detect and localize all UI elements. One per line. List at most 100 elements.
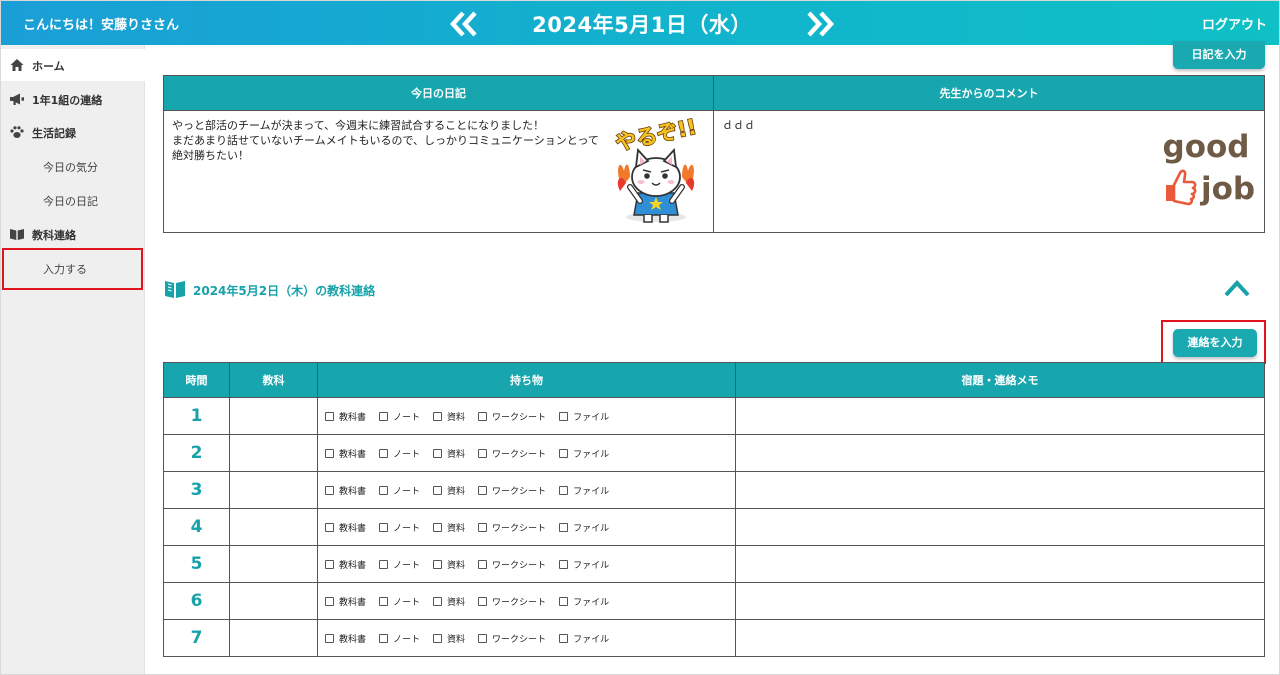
checkbox-box[interactable] [559, 633, 569, 643]
checkbox-box[interactable] [559, 485, 569, 495]
item-checkbox[interactable]: 教科書 [325, 595, 366, 608]
checkbox-box[interactable] [325, 633, 334, 643]
item-checkbox[interactable]: 資料 [433, 521, 465, 534]
checkbox-box[interactable] [379, 485, 389, 495]
item-checkbox[interactable]: ワークシート [478, 484, 546, 497]
sidebar-item-class-notice[interactable]: 1年1組の連絡 [1, 83, 145, 115]
checkbox-box[interactable] [325, 448, 334, 458]
subject-cell[interactable] [229, 508, 318, 546]
item-checkbox[interactable]: ワークシート [478, 410, 546, 423]
checkbox-label: ファイル [573, 412, 610, 423]
checkbox-box[interactable] [478, 448, 488, 458]
checkbox-box[interactable] [478, 411, 488, 421]
item-checkbox[interactable]: 資料 [433, 447, 465, 460]
sidebar-item-diary[interactable]: 今日の日記 [1, 184, 145, 216]
item-checkbox[interactable]: ノート [379, 447, 420, 460]
checkbox-box[interactable] [433, 448, 443, 458]
subject-cell[interactable] [229, 434, 318, 472]
checkbox-box[interactable] [379, 559, 389, 569]
sidebar-item-subject-contact[interactable]: 教科連絡 [1, 218, 145, 250]
item-checkbox[interactable]: ファイル [559, 558, 609, 571]
sidebar-item-mood[interactable]: 今日の気分 [1, 150, 145, 182]
checkbox-box[interactable] [433, 485, 443, 495]
subject-cell[interactable] [229, 471, 318, 509]
checkbox-box[interactable] [379, 411, 389, 421]
memo-cell[interactable] [735, 619, 1265, 657]
checkbox-box[interactable] [559, 411, 569, 421]
subject-cell[interactable] [229, 619, 318, 657]
item-checkbox[interactable]: 教科書 [325, 632, 366, 645]
item-checkbox[interactable]: ファイル [559, 484, 609, 497]
item-checkbox[interactable]: 資料 [433, 410, 465, 423]
subject-contact-table: 時間 教科 持ち物 宿題・連絡メモ 1 教科書 ノート 資料 ワークシート ファイル 2 教科… [163, 362, 1265, 657]
checkbox-box[interactable] [559, 522, 569, 532]
chevron-up-icon[interactable] [1221, 275, 1253, 301]
item-checkbox[interactable]: ノート [379, 484, 420, 497]
double-chevron-left-icon[interactable] [447, 9, 481, 39]
item-checkbox[interactable]: 教科書 [325, 410, 366, 423]
checkbox-box[interactable] [559, 448, 569, 458]
checkbox-box[interactable] [478, 596, 488, 606]
subject-cell[interactable] [229, 582, 318, 620]
item-checkbox[interactable]: ノート [379, 410, 420, 423]
checkbox-box[interactable] [325, 485, 334, 495]
item-checkbox[interactable]: ノート [379, 558, 420, 571]
checkbox-box[interactable] [433, 596, 443, 606]
item-checkbox[interactable]: ノート [379, 521, 420, 534]
memo-cell[interactable] [735, 582, 1265, 620]
item-checkbox[interactable]: ファイル [559, 447, 609, 460]
item-checkbox[interactable]: ワークシート [478, 595, 546, 608]
checkbox-box[interactable] [433, 411, 443, 421]
checkbox-box[interactable] [379, 522, 389, 532]
memo-cell[interactable] [735, 545, 1265, 583]
checkbox-box[interactable] [325, 596, 334, 606]
checkbox-box[interactable] [559, 559, 569, 569]
item-checkbox[interactable]: ファイル [559, 521, 609, 534]
app-window: こんにちは！安藤りささん 2024年5月1日（水） ログアウト ホーム 1年1組… [0, 0, 1280, 675]
item-checkbox[interactable]: ノート [379, 632, 420, 645]
sidebar-item-life-record[interactable]: 生活記録 [1, 116, 145, 148]
item-checkbox[interactable]: ワークシート [478, 558, 546, 571]
item-checkbox[interactable]: 教科書 [325, 447, 366, 460]
item-checkbox[interactable]: ファイル [559, 632, 609, 645]
checkbox-box[interactable] [379, 633, 389, 643]
item-checkbox[interactable]: 資料 [433, 558, 465, 571]
double-chevron-right-icon[interactable] [803, 9, 837, 39]
checkbox-box[interactable] [433, 522, 443, 532]
memo-cell[interactable] [735, 508, 1265, 546]
item-checkbox[interactable]: ファイル [559, 410, 609, 423]
subject-cell[interactable] [229, 545, 318, 583]
checkbox-box[interactable] [478, 633, 488, 643]
item-checkbox[interactable]: 教科書 [325, 484, 366, 497]
contact-input-button[interactable]: 連絡を入力 [1173, 329, 1257, 357]
checkbox-box[interactable] [433, 633, 443, 643]
memo-cell[interactable] [735, 397, 1265, 435]
checkbox-box[interactable] [379, 596, 389, 606]
item-checkbox[interactable]: ワークシート [478, 632, 546, 645]
checkbox-box[interactable] [478, 522, 488, 532]
item-checkbox[interactable]: 教科書 [325, 558, 366, 571]
checkbox-box[interactable] [325, 411, 334, 421]
item-checkbox[interactable]: 資料 [433, 484, 465, 497]
memo-cell[interactable] [735, 471, 1265, 509]
logout-link[interactable]: ログアウト [1202, 14, 1267, 33]
item-checkbox[interactable]: ワークシート [478, 521, 546, 534]
checkbox-label: 資料 [447, 449, 466, 460]
diary-input-button[interactable]: 日記を入力 [1173, 41, 1265, 69]
checkbox-box[interactable] [433, 559, 443, 569]
checkbox-box[interactable] [379, 448, 389, 458]
subject-cell[interactable] [229, 397, 318, 435]
item-checkbox[interactable]: 資料 [433, 632, 465, 645]
checkbox-box[interactable] [559, 596, 569, 606]
item-checkbox[interactable]: 教科書 [325, 521, 366, 534]
checkbox-box[interactable] [478, 559, 488, 569]
item-checkbox[interactable]: ノート [379, 595, 420, 608]
item-checkbox[interactable]: 資料 [433, 595, 465, 608]
checkbox-box[interactable] [325, 522, 334, 532]
memo-cell[interactable] [735, 434, 1265, 472]
sidebar-item-home[interactable]: ホーム [1, 49, 145, 81]
checkbox-box[interactable] [325, 559, 334, 569]
checkbox-box[interactable] [478, 485, 488, 495]
item-checkbox[interactable]: ワークシート [478, 447, 546, 460]
item-checkbox[interactable]: ファイル [559, 595, 609, 608]
